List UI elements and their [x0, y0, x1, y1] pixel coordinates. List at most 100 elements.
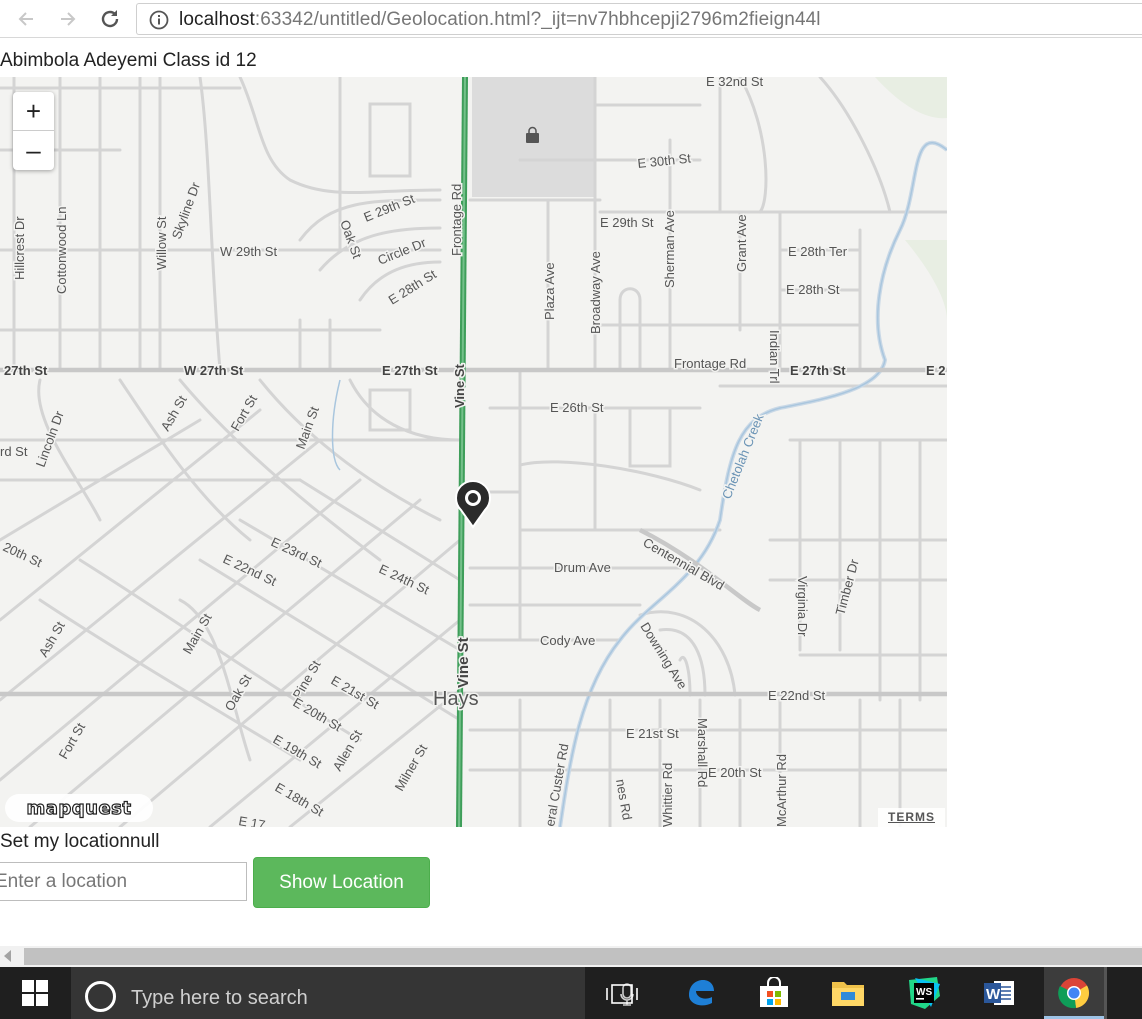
- svg-text:McArthur Rd: McArthur Rd: [774, 754, 789, 827]
- task-view-icon[interactable]: [606, 984, 638, 1004]
- svg-text:E 22nd St: E 22nd St: [221, 551, 279, 589]
- svg-text:Drum Ave: Drum Ave: [554, 560, 611, 575]
- horizontal-scrollbar[interactable]: [0, 946, 1142, 967]
- svg-text:Fort St: Fort St: [56, 720, 89, 762]
- svg-text:Skyline Dr: Skyline Dr: [169, 180, 204, 241]
- webstorm-app-button[interactable]: WS: [894, 967, 954, 1019]
- mapquest-logo[interactable]: mapquest: [5, 794, 153, 822]
- svg-text:Plaza Ave: Plaza Ave: [542, 262, 557, 320]
- svg-text:E 29th St: E 29th St: [362, 191, 418, 225]
- browser-toolbar: localhost:63342/untitled/Geolocation.htm…: [0, 0, 1142, 38]
- taskbar-search-box[interactable]: Type here to search: [71, 967, 634, 1019]
- svg-text:W 29th St: W 29th St: [220, 244, 277, 259]
- terms-link[interactable]: TERMS: [878, 808, 945, 827]
- svg-text:E 26th St: E 26th St: [550, 400, 604, 415]
- zoom-out-button[interactable]: –: [13, 131, 54, 170]
- svg-text:E 20th St: E 20th St: [708, 765, 762, 780]
- svg-text:E 27th St: E 27th St: [382, 363, 438, 378]
- back-button[interactable]: [12, 5, 40, 33]
- arrow-left-icon: [18, 12, 33, 26]
- svg-text:Sherman Ave: Sherman Ave: [662, 210, 677, 288]
- show-location-button[interactable]: Show Location: [253, 857, 430, 908]
- svg-text:Chetolah Creek: Chetolah Creek: [719, 411, 767, 501]
- svg-text:Hays: Hays: [433, 688, 479, 710]
- url-path: :63342/untitled/Geolocation.html?_ijt=nv…: [254, 9, 821, 30]
- file-explorer-icon: [832, 982, 864, 1006]
- edge-app-button[interactable]: [670, 967, 730, 1019]
- svg-text:Vine St: Vine St: [455, 637, 472, 688]
- info-circle-icon[interactable]: [149, 10, 169, 30]
- svg-text:E 29th St: E 29th St: [600, 215, 654, 230]
- svg-text:Frontage Rd: Frontage Rd: [449, 184, 464, 256]
- svg-text:E 28th Ter: E 28th Ter: [788, 244, 848, 259]
- url-text[interactable]: localhost:63342/untitled/Geolocation.htm…: [179, 9, 821, 31]
- svg-text:nes Rd: nes Rd: [613, 778, 635, 821]
- map-container[interactable]: E 32nd St E 30th St E 29th St E 29th St …: [0, 77, 947, 827]
- scrollbar-thumb[interactable]: [24, 948, 1142, 965]
- svg-text:E 21st St: E 21st St: [626, 726, 679, 741]
- svg-text:Marshall Rd: Marshall Rd: [695, 718, 710, 787]
- svg-text:W: W: [986, 986, 1001, 1003]
- location-pin-icon[interactable]: [452, 477, 494, 529]
- svg-text:Indian Trl: Indian Trl: [767, 330, 782, 384]
- svg-text:rd St: rd St: [0, 444, 28, 459]
- chrome-icon: [1058, 978, 1090, 1009]
- svg-text:Timber Dr: Timber Dr: [832, 557, 861, 617]
- word-icon: W: [984, 981, 1014, 1005]
- svg-text:Milner St: Milner St: [392, 741, 431, 793]
- svg-text:20th St: 20th St: [1, 539, 45, 570]
- svg-text:E 23rd St: E 23rd St: [269, 534, 325, 571]
- windows-start-icon: [22, 980, 48, 1006]
- store-app-button[interactable]: [744, 967, 804, 1019]
- arrow-right-icon: [61, 12, 76, 26]
- store-icon: [760, 977, 788, 1007]
- svg-text:E 28th St: E 28th St: [786, 282, 840, 297]
- svg-text:E 22nd St: E 22nd St: [768, 688, 825, 703]
- svg-text:Broadway Ave: Broadway Ave: [588, 251, 603, 334]
- windows-taskbar: Type here to search WS W: [0, 967, 1142, 1019]
- svg-text:Cottonwood Ln: Cottonwood Ln: [54, 207, 69, 294]
- taskbar-search-placeholder: Type here to search: [131, 987, 308, 1009]
- svg-text:Ash St: Ash St: [36, 618, 68, 659]
- address-bar[interactable]: localhost:63342/untitled/Geolocation.htm…: [136, 3, 1142, 35]
- location-input[interactable]: [0, 862, 247, 901]
- reload-button[interactable]: [96, 5, 124, 33]
- zoom-control: + –: [13, 92, 54, 170]
- url-host: localhost: [179, 9, 255, 30]
- start-button[interactable]: [0, 967, 70, 1019]
- svg-text:E 20th St: E 20th St: [291, 695, 345, 735]
- svg-text:E 27th St: E 27th St: [790, 363, 846, 378]
- svg-text:Grant Ave: Grant Ave: [734, 214, 749, 272]
- svg-text:E 24th St: E 24th St: [377, 561, 432, 597]
- svg-text:Main St: Main St: [293, 404, 322, 451]
- word-app-button[interactable]: W: [969, 967, 1029, 1019]
- edge-icon: [689, 980, 714, 1006]
- forward-button[interactable]: [54, 5, 82, 33]
- webstorm-icon: WS: [909, 977, 940, 1009]
- taskbar-separator: [1104, 967, 1107, 1019]
- svg-text:Virginia Dr: Virginia Dr: [795, 576, 810, 637]
- svg-text:Centennial Blvd: Centennial Blvd: [641, 535, 727, 594]
- svg-text:E 30th St: E 30th St: [637, 150, 692, 171]
- svg-text:WS: WS: [916, 987, 932, 998]
- svg-text:E 32nd St: E 32nd St: [706, 77, 763, 89]
- zoom-in-button[interactable]: +: [13, 92, 54, 131]
- chrome-app-button[interactable]: [1044, 967, 1104, 1019]
- scroll-left-arrow-icon[interactable]: [4, 950, 11, 962]
- map-tiles[interactable]: E 32nd St E 30th St E 29th St E 29th St …: [0, 77, 947, 827]
- svg-text:Hillcrest Dr: Hillcrest Dr: [12, 216, 27, 280]
- svg-text:27th St: 27th St: [4, 363, 48, 378]
- file-explorer-app-button[interactable]: [818, 967, 878, 1019]
- svg-text:Willow St: Willow St: [154, 216, 169, 270]
- svg-text:Allen St: Allen St: [330, 727, 366, 774]
- reload-icon: [101, 10, 119, 28]
- svg-text:Whittier Rd: Whittier Rd: [660, 763, 675, 827]
- svg-text:W 27th St: W 27th St: [184, 363, 244, 378]
- svg-text:Frontage Rd: Frontage Rd: [674, 356, 746, 371]
- svg-text:E 18th St: E 18th St: [273, 780, 327, 820]
- svg-text:E 17: E 17: [237, 813, 266, 827]
- cortana-circle-icon: [85, 981, 116, 1012]
- svg-text:Vine St: Vine St: [452, 363, 467, 408]
- set-location-status: Set my locationnull: [0, 831, 160, 852]
- page-heading: Abimbola Adeyemi Class id 12: [0, 50, 257, 71]
